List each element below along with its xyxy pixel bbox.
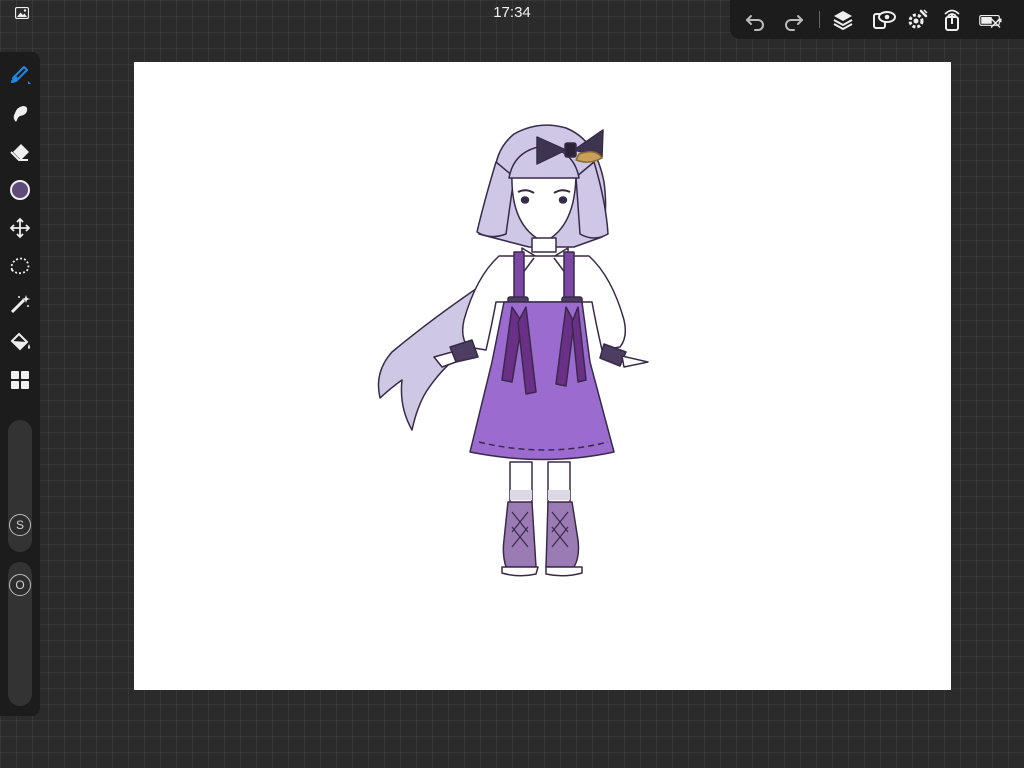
selection-icon[interactable] (8, 254, 32, 278)
toolbar-divider (819, 11, 820, 28)
brush-icon[interactable] (8, 62, 32, 86)
transform-icon[interactable] (8, 216, 32, 240)
settings-gear-icon[interactable] (905, 8, 929, 32)
reference-eye-icon[interactable] (872, 8, 896, 32)
brush-size-thumb[interactable]: S (9, 514, 31, 536)
brush-size-slider[interactable]: S (8, 420, 32, 552)
eraser-icon[interactable] (8, 140, 32, 164)
color-swatch-icon[interactable] (8, 178, 32, 202)
brush-opacity-slider[interactable]: O (8, 562, 32, 706)
undo-icon[interactable] (744, 8, 768, 32)
redo-icon[interactable] (781, 8, 805, 32)
quick-menu-grid-icon[interactable] (8, 368, 32, 392)
battery-icon (979, 8, 1011, 32)
top-toolbar (730, 0, 1024, 39)
left-toolbar: S O (0, 52, 40, 716)
share-icon[interactable] (940, 8, 964, 32)
smudge-icon[interactable] (8, 102, 32, 126)
brush-opacity-thumb[interactable]: O (9, 574, 31, 596)
magic-adjust-icon[interactable] (8, 292, 32, 316)
drawing-canvas[interactable] (134, 62, 951, 690)
layers-icon[interactable] (831, 8, 855, 32)
character-artwork (377, 124, 649, 577)
fill-bucket-icon[interactable] (8, 330, 32, 354)
